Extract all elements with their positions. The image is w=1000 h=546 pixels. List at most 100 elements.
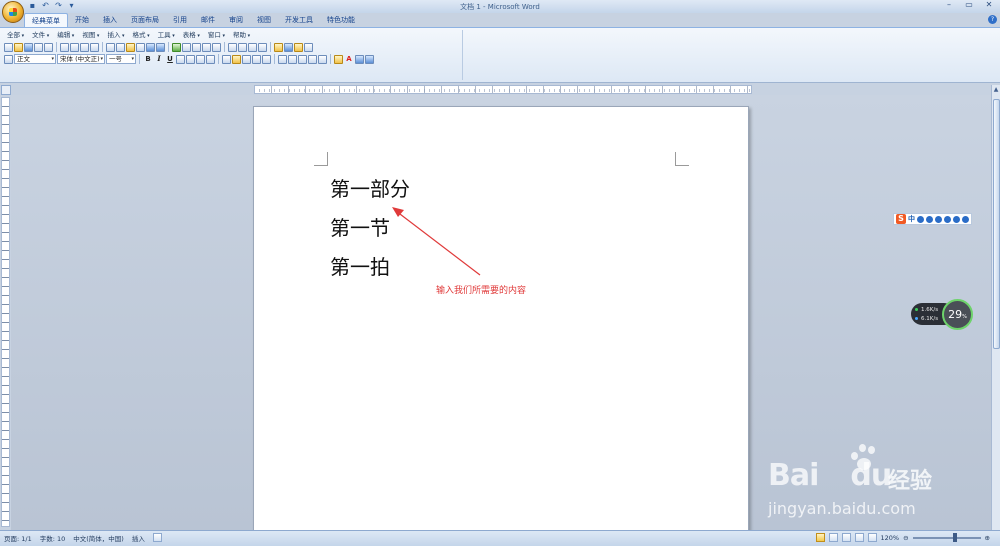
font-color-button[interactable]: A <box>344 54 354 64</box>
drawing-icon[interactable] <box>212 42 221 52</box>
font-select[interactable]: 宋体 (中文正) <box>57 54 105 64</box>
ime-mode-label[interactable]: 中 <box>908 214 915 224</box>
underline-button[interactable]: U <box>165 54 175 64</box>
close-button[interactable]: ✕ <box>982 0 996 10</box>
tab-home[interactable]: 开始 <box>68 13 96 27</box>
office-button[interactable] <box>2 1 24 23</box>
format-painter-icon[interactable] <box>136 42 145 52</box>
tab-page-layout[interactable]: 页面布局 <box>124 13 166 27</box>
tab-review[interactable]: 审阅 <box>222 13 250 27</box>
zoom-in-icon[interactable]: ⊕ <box>985 534 990 542</box>
punctuation-icon[interactable] <box>917 215 924 223</box>
tab-view[interactable]: 视图 <box>250 13 278 27</box>
emoji-icon[interactable] <box>926 215 933 223</box>
change-case-icon[interactable] <box>206 54 215 64</box>
tab-references[interactable]: 引用 <box>166 13 194 27</box>
tab-mailings[interactable]: 邮件 <box>194 13 222 27</box>
language-status[interactable]: 中文(简体，中国) <box>73 533 124 543</box>
find-icon[interactable] <box>238 42 247 52</box>
menu-help[interactable]: 帮助 <box>230 30 253 40</box>
undo-icon[interactable] <box>146 42 155 52</box>
tab-insert[interactable]: 插入 <box>96 13 124 27</box>
page-count[interactable]: 页面: 1/1 <box>4 533 32 543</box>
show-formatting-icon[interactable] <box>228 42 237 52</box>
menu-file[interactable]: 文件 <box>29 30 52 40</box>
document-line-3[interactable]: 第一拍 <box>330 251 390 280</box>
zoom-out-icon[interactable]: ⊖ <box>903 534 908 542</box>
redo-icon[interactable] <box>156 42 165 52</box>
copy-icon[interactable] <box>116 42 125 52</box>
open-icon[interactable] <box>14 42 23 52</box>
line-spacing-icon[interactable] <box>318 54 327 64</box>
menu-table[interactable]: 表格 <box>180 30 203 40</box>
help-toolbar-icon[interactable] <box>365 54 374 64</box>
research-icon[interactable] <box>90 42 99 52</box>
scroll-up-arrow-icon[interactable]: ▲ <box>992 85 1000 94</box>
tab-classic-menu[interactable]: 经典菜单 <box>24 13 68 27</box>
zoom-slider[interactable] <box>912 532 981 542</box>
permission-icon[interactable] <box>34 42 43 52</box>
macro-icon[interactable] <box>152 533 162 542</box>
web-layout-button[interactable] <box>841 533 851 542</box>
restore-button[interactable]: ▭ <box>962 0 976 10</box>
align-right-icon[interactable] <box>242 54 251 64</box>
save-icon[interactable] <box>24 42 33 52</box>
numbering-icon[interactable] <box>278 54 287 64</box>
print-icon[interactable] <box>60 42 69 52</box>
email-icon[interactable] <box>44 42 53 52</box>
full-screen-icon[interactable] <box>258 42 267 52</box>
char-scale-icon[interactable] <box>196 54 205 64</box>
styles-icon[interactable] <box>4 54 13 64</box>
menu-format[interactable]: 格式 <box>130 30 153 40</box>
align-center-icon[interactable] <box>232 54 241 64</box>
scroll-thumb[interactable] <box>993 99 1000 349</box>
toolbox-icon[interactable] <box>962 215 969 223</box>
increase-indent-icon[interactable] <box>308 54 317 64</box>
outline-button[interactable] <box>854 533 864 542</box>
smartart-icon[interactable] <box>294 42 303 52</box>
char-shading-icon[interactable] <box>186 54 195 64</box>
document-page[interactable]: 第一部分 第一节 第一拍 输入我们所需要的内容 <box>253 106 749 536</box>
print-layout-button[interactable] <box>815 533 825 542</box>
ime-toolbar[interactable]: S 中 <box>893 213 972 225</box>
paste-icon[interactable] <box>126 42 135 52</box>
italic-button[interactable]: I <box>154 54 164 64</box>
horizontal-ruler[interactable] <box>254 85 752 94</box>
print-preview-icon[interactable] <box>70 42 79 52</box>
sogou-logo-icon[interactable]: S <box>896 214 906 224</box>
char-border-icon[interactable] <box>176 54 185 64</box>
keyboard-icon[interactable] <box>944 215 951 223</box>
menu-all[interactable]: 全部 <box>4 30 27 40</box>
zoom-slider-thumb[interactable] <box>952 532 957 542</box>
tab-developer[interactable]: 开发工具 <box>278 13 320 27</box>
tab-special-features[interactable]: 特色功能 <box>320 13 362 27</box>
draft-button[interactable] <box>867 533 877 542</box>
justify-icon[interactable] <box>252 54 261 64</box>
word-count[interactable]: 字数: 10 <box>40 533 66 543</box>
zoom-icon[interactable] <box>248 42 257 52</box>
voice-icon[interactable] <box>935 215 942 223</box>
network-speed-widget[interactable]: 1.6K/s 6.1K/s 29% <box>911 299 973 330</box>
align-left-icon[interactable] <box>222 54 231 64</box>
style-select[interactable]: 正文 <box>14 54 56 64</box>
full-screen-reading-button[interactable] <box>828 533 838 542</box>
font-size-select[interactable]: 一号 <box>106 54 136 64</box>
bullets-icon[interactable] <box>288 54 297 64</box>
insert-table-icon[interactable] <box>192 42 201 52</box>
columns-icon[interactable] <box>202 42 211 52</box>
table-icon[interactable] <box>182 42 191 52</box>
minimize-button[interactable]: – <box>942 0 956 10</box>
new-document-icon[interactable] <box>4 42 13 52</box>
tab-selector[interactable] <box>1 85 11 95</box>
page-setup-icon[interactable] <box>304 42 313 52</box>
highlight-icon[interactable] <box>274 42 283 52</box>
insert-mode[interactable]: 插入 <box>132 533 145 543</box>
menu-tools[interactable]: 工具 <box>155 30 178 40</box>
menu-view[interactable]: 视图 <box>79 30 102 40</box>
vertical-ruler[interactable] <box>1 97 10 527</box>
spelling-icon[interactable] <box>80 42 89 52</box>
help-icon[interactable]: ? <box>988 15 997 24</box>
distributed-icon[interactable] <box>262 54 271 64</box>
decrease-indent-icon[interactable] <box>298 54 307 64</box>
zoom-level[interactable]: 120% <box>881 534 900 542</box>
